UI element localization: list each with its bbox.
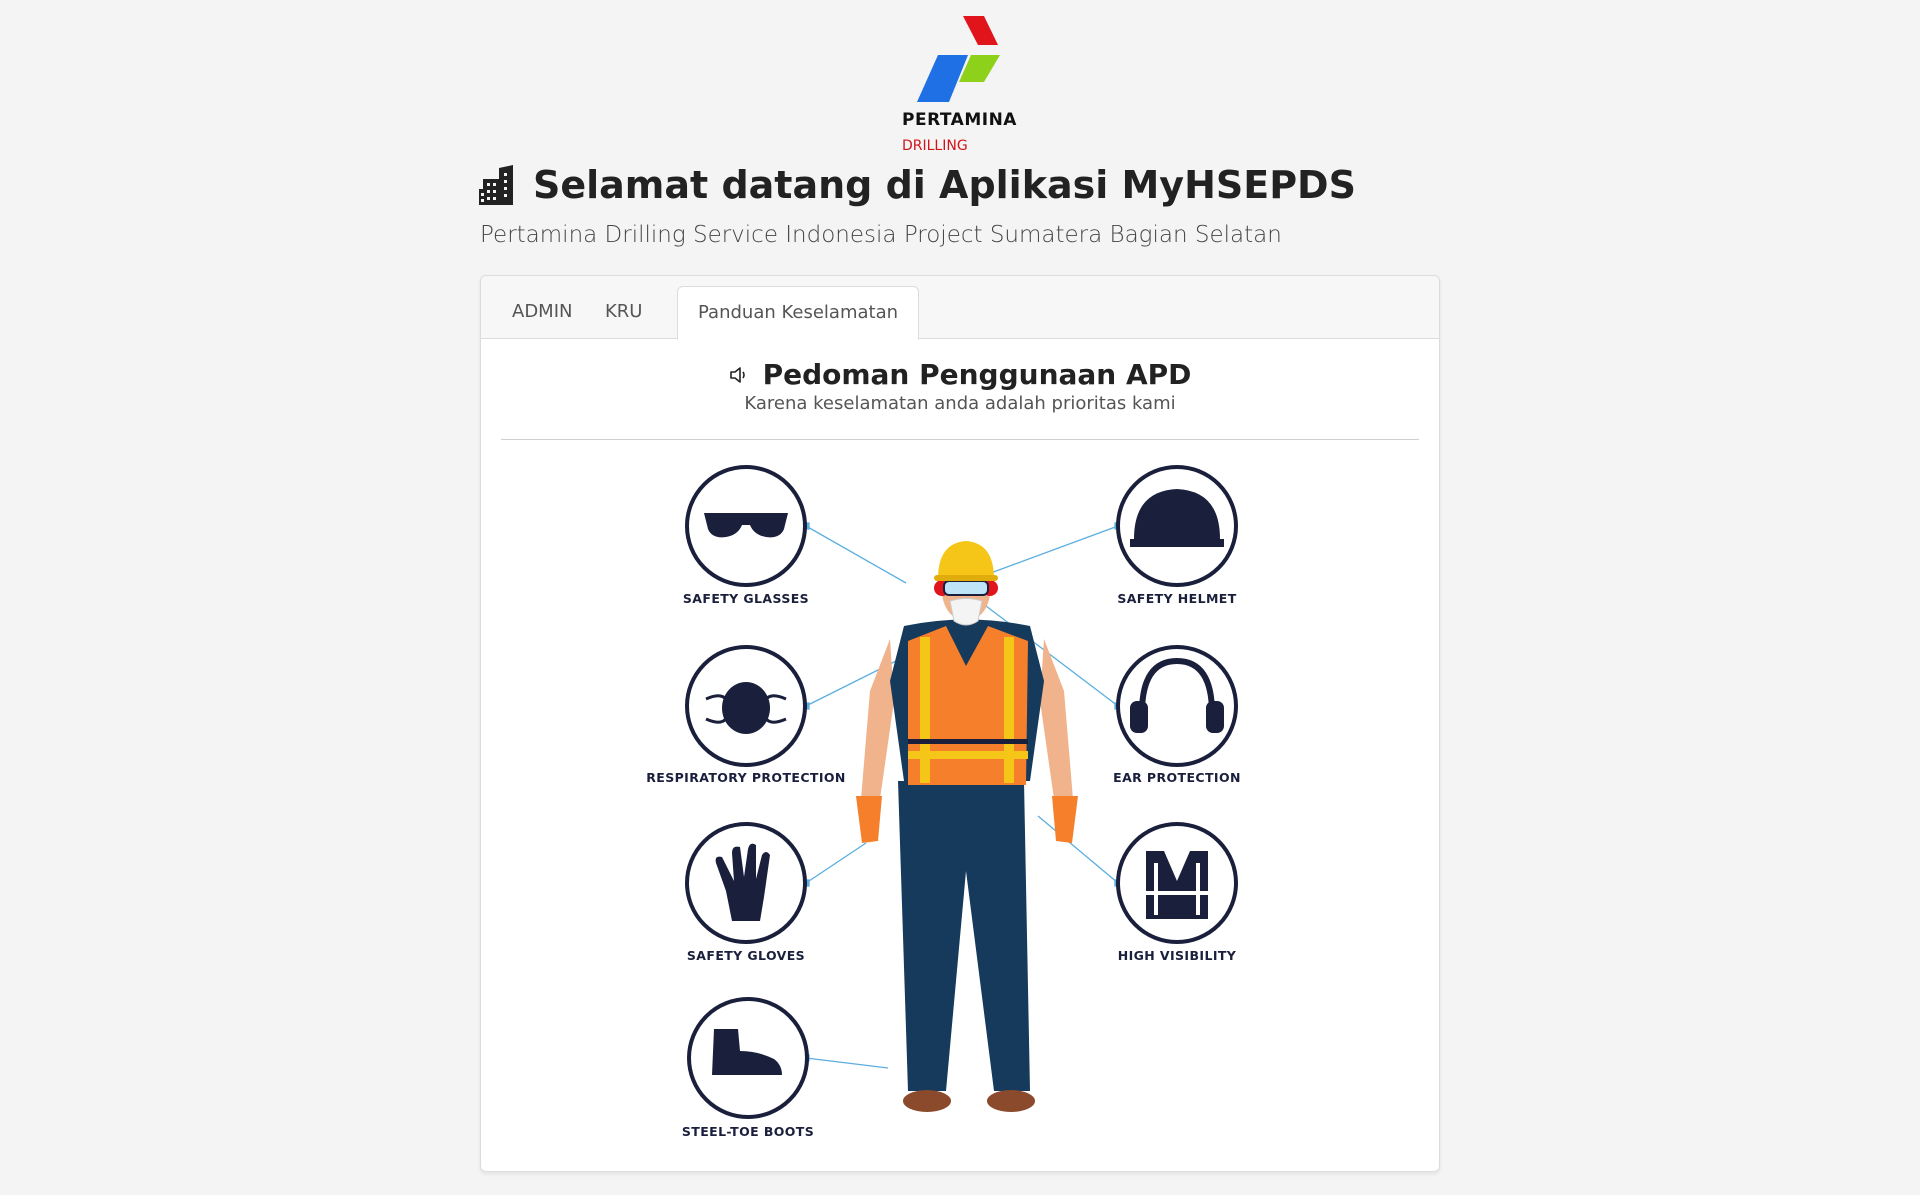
- section-header: Pedoman Penggunaan APD Karena keselamata…: [481, 358, 1439, 414]
- divider: [501, 439, 1419, 440]
- pertamina-logo: PERTAMINA DRILLING: [880, 10, 1060, 160]
- tab-panduan-keselamatan[interactable]: Panduan Keselamatan: [677, 286, 920, 340]
- label-steel-toe-boots: STEEL-TOE BOOTS: [682, 1124, 814, 1139]
- worker-figure: [856, 541, 1078, 1112]
- building-icon: [479, 165, 513, 205]
- main-card: ADMIN KRU Panduan Keselamatan Pedoman Pe…: [480, 275, 1440, 1172]
- pertamina-logo-mark: [917, 16, 1000, 102]
- section-title: Pedoman Penggunaan APD: [762, 358, 1192, 391]
- page-header: Selamat datang di Aplikasi MyHSEPDS: [479, 160, 1356, 210]
- speaker-icon: [729, 366, 745, 383]
- tab-bar: ADMIN KRU Panduan Keselamatan: [481, 276, 1439, 340]
- label-safety-glasses: SAFETY GLASSES: [683, 591, 809, 606]
- logo-division: DRILLING: [902, 138, 968, 154]
- page-subtitle: Pertamina Drilling Service Indonesia Pro…: [480, 222, 1282, 248]
- section-subtitle: Karena keselamatan anda adalah prioritas…: [744, 393, 1176, 414]
- label-safety-gloves: SAFETY GLOVES: [687, 948, 805, 963]
- label-high-visibility: HIGH VISIBILITY: [1118, 948, 1237, 963]
- page-title: Selamat datang di Aplikasi MyHSEPDS: [533, 163, 1356, 207]
- label-ear-protection: EAR PROTECTION: [1113, 770, 1241, 785]
- tab-kru[interactable]: KRU: [585, 286, 663, 337]
- label-respiratory-protection: RESPIRATORY PROTECTION: [646, 770, 846, 785]
- safety-glasses-circle: [685, 465, 807, 587]
- label-safety-helmet: SAFETY HELMET: [1117, 591, 1236, 606]
- logo-wordmark: PERTAMINA: [902, 110, 1017, 130]
- ppe-illustration: SAFETY GLASSES RESPIRATORY PROTECTION SA…: [646, 465, 1241, 1139]
- tab-admin[interactable]: ADMIN: [492, 286, 592, 337]
